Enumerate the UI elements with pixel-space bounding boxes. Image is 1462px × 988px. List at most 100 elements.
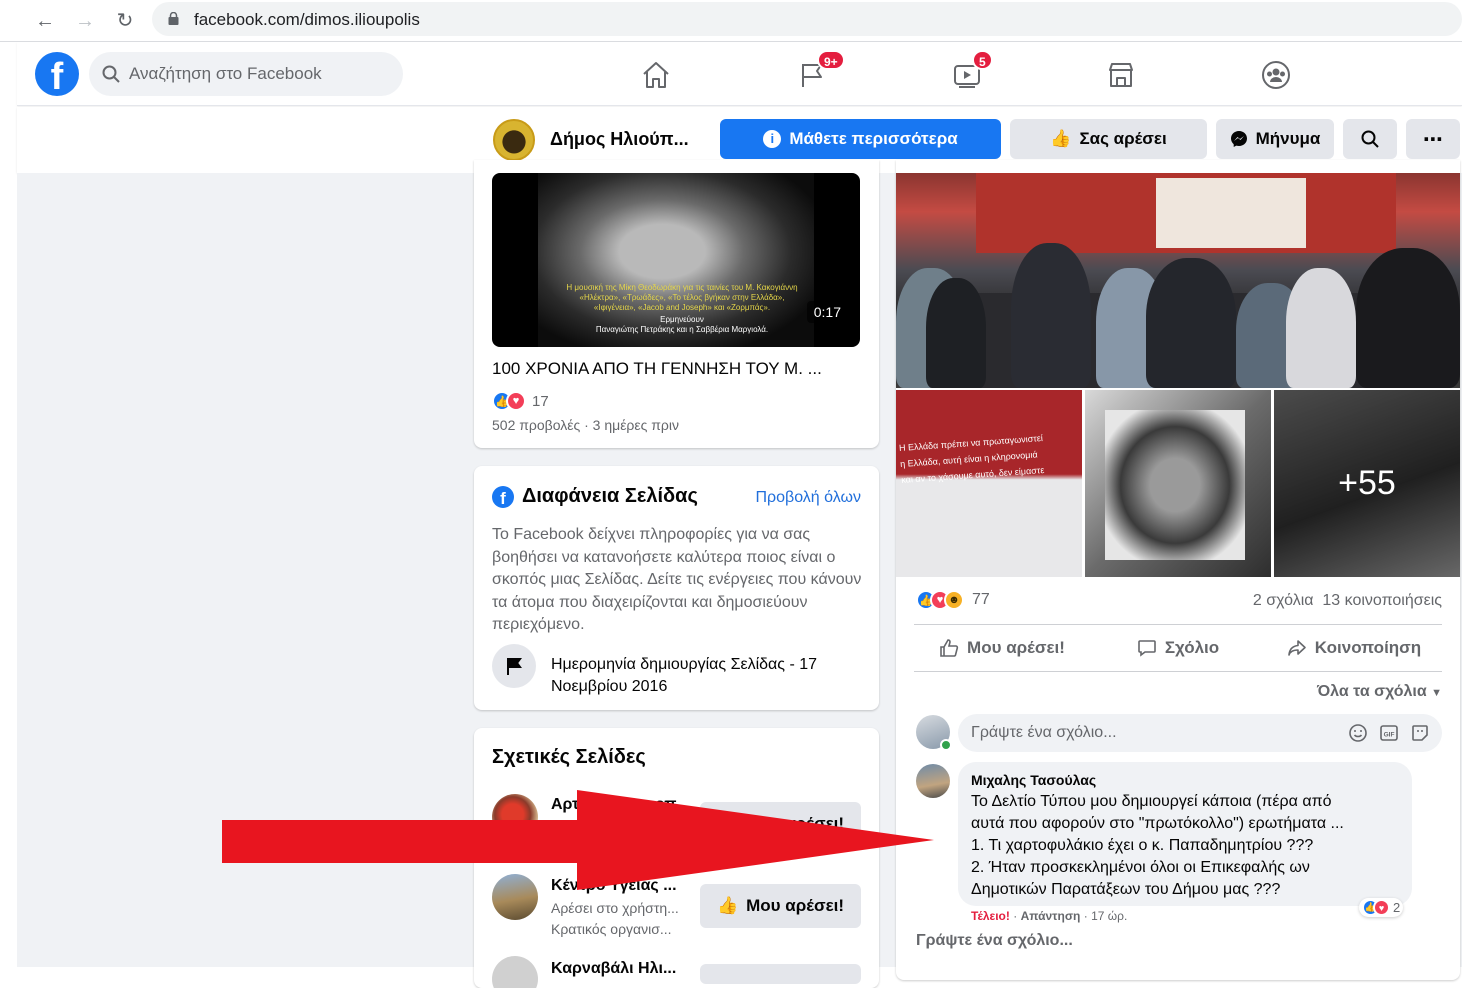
comment-footer: Τέλειο! · Απάντηση · 17 ώρ. [971, 909, 1128, 923]
share-icon [1287, 640, 1306, 656]
post-photo-thumb[interactable] [1085, 390, 1271, 577]
page-search-button[interactable] [1343, 119, 1397, 159]
search-input[interactable]: Αναζήτηση στο Facebook [89, 52, 403, 96]
arrow-right-icon[interactable]: → [72, 8, 98, 34]
transparency-card: f Διαφάνεια Σελίδας Προβολή όλων Το Face… [474, 466, 879, 710]
post-actions: Μου αρέσει! Σχόλιο Κοινοποίηση [914, 624, 1442, 672]
related-like-button[interactable] [700, 964, 861, 984]
facebook-icon: f [492, 486, 514, 508]
comment-line: 2. Ήταν προσκεκλημένοι όλοι οι Επικεφαλή… [971, 859, 1310, 876]
page-name[interactable]: Δήμος Ηλιούπ... [550, 129, 689, 150]
home-icon[interactable] [641, 60, 671, 90]
svg-text:GIF: GIF [1384, 732, 1395, 739]
related-pages-title: Σχετικές Σελίδες [492, 746, 646, 768]
address-bar[interactable]: facebook.com/dimos.ilioupolis [152, 2, 1462, 36]
comment-label: Σχόλιο [1164, 638, 1220, 657]
post-photo-thumb[interactable]: Η Ελλάδα πρέπει να πρωταγωνιστεί η Ελλάδα… [896, 390, 1082, 577]
video-thumbnail[interactable]: Η μουσική της Μίκη Θεοδωράκη για τις ται… [492, 173, 860, 347]
marketplace-icon[interactable] [1106, 60, 1136, 90]
message-button[interactable]: Μήνυμα [1216, 119, 1334, 159]
comment-time[interactable]: 17 ώρ. [1091, 909, 1127, 923]
sticker-icon[interactable] [1410, 723, 1430, 743]
thumbs-up-icon [940, 639, 959, 657]
comment-reactions[interactable]: 👍 ♥ 2 [1359, 898, 1404, 917]
online-indicator [940, 739, 952, 751]
comment-filter-label: Όλα τα σχόλια [1316, 683, 1427, 700]
video-caption-yellow: Η μουσική της Μίκη Θεοδωράκη για τις ται… [566, 283, 798, 312]
love-reaction-icon: ♥ [1373, 899, 1390, 916]
page-creation-date: Ημερομηνία δημιουργίας Σελίδας - 17 Νοεμ… [551, 656, 818, 695]
browser-toolbar: ← → ↻ facebook.com/dimos.ilioupolis [0, 0, 1462, 42]
page-like-button[interactable]: 👍 Σας αρέσει [1010, 119, 1207, 159]
related-page-name[interactable]: Καρναβάλι Ηλι... [551, 960, 676, 978]
share-label: Κοινοποίηση [1314, 638, 1422, 657]
haha-reaction-icon: ☻ [944, 590, 964, 610]
video-reactions[interactable]: 👍 ♥ 17 [492, 391, 549, 411]
related-page-avatar[interactable] [492, 956, 538, 988]
post-card: Η Ελλάδα πρέπει να πρωταγωνιστεί η Ελλάδα… [896, 160, 1460, 980]
arrow-left-icon[interactable]: ← [32, 8, 58, 34]
see-all-link[interactable]: Προβολή όλων [755, 489, 861, 507]
thumbs-up-icon: 👍 [716, 896, 739, 915]
page-like-label: Σας αρέσει [1079, 129, 1167, 148]
love-reaction-icon: ♥ [506, 391, 526, 411]
comment-line: Το Δελτίο Τύπου μου δημιουργεί κάποια (π… [971, 793, 1332, 810]
post-reactions[interactable]: 👍 ♥ ☻ 77 [916, 590, 990, 610]
info-icon: i [763, 130, 782, 148]
comment-love-label[interactable]: Τέλειο! [971, 909, 1010, 923]
share-button[interactable]: Κοινοποίηση [1266, 625, 1442, 671]
comment-bubble: Μιχαλης Τασούλας Το Δελτίο Τύπου μου δημ… [958, 762, 1412, 906]
more-options-button[interactable]: ⋯ [1406, 119, 1460, 159]
search-icon [1361, 130, 1379, 148]
comment-text: Το Δελτίο Τύπου μου δημιουργεί κάποια (π… [971, 791, 1401, 901]
like-label: Μου αρέσει! [967, 638, 1065, 657]
video-reaction-count: 17 [532, 392, 549, 410]
video-card: Η μουσική της Μίκη Θεοδωράκη για τις ται… [474, 160, 879, 448]
video-caption-white: Ερμηνεύουν Παναγιώτης Πετράκης και η Σαβ… [582, 315, 782, 335]
thumbs-up-icon: 👍 [1050, 129, 1072, 148]
related-like-label: Μου αρέσει! [746, 896, 845, 915]
lock-icon [168, 12, 179, 25]
comment-reply-link[interactable]: Απάντηση [1021, 909, 1081, 923]
comment-reaction-count: 2 [1393, 900, 1401, 915]
post-reaction-count: 77 [972, 591, 990, 608]
comment-line: 1. Τι χαρτοφυλάκιο έχει ο κ. Παπαδημητρί… [971, 837, 1314, 854]
comment-input[interactable]: Γράψτε ένα σχόλιο... GIF [958, 714, 1442, 752]
gif-icon[interactable]: GIF [1379, 723, 1399, 743]
related-like-button[interactable]: 👍 Μου αρέσει! [700, 884, 861, 928]
comment-placeholder: Γράψτε ένα σχόλιο... [971, 724, 1117, 741]
facebook-header: f Αναζήτηση στο Facebook 9+ 5 [17, 42, 1462, 106]
video-caption-line: Παναγιώτης Πετράκης και η Σαββέρια Μαργι… [595, 325, 769, 334]
emoji-icon[interactable] [1348, 723, 1368, 743]
transparency-title: Διαφάνεια Σελίδας [522, 485, 698, 507]
comment-filter-dropdown[interactable]: Όλα τα σχόλια ▼ [1317, 683, 1442, 701]
flag-icon [492, 644, 536, 688]
share-count[interactable]: 13 κοινοποιήσεις [1322, 592, 1442, 609]
search-placeholder: Αναζήτηση στο Facebook [129, 64, 322, 83]
post-photo-grid: Η Ελλάδα πρέπει να πρωταγωνιστεί η Ελλάδα… [896, 390, 1460, 577]
facebook-logo[interactable]: f [35, 52, 79, 96]
write-comment-link[interactable]: Γράψτε ένα σχόλιο... [916, 932, 1073, 950]
page-avatar[interactable] [493, 119, 535, 161]
related-page-subtitle: Αρέσει στο χρήστη... [551, 900, 679, 916]
comment-count[interactable]: 2 σχόλια [1253, 592, 1314, 609]
post-stats: 2 σχόλια 13 κοινοποιήσεις [1253, 592, 1442, 610]
video-caption-line: Ερμηνεύουν [660, 315, 704, 324]
more-icon: ⋯ [1423, 128, 1443, 151]
post-photo-thumb[interactable]: +55 [1274, 390, 1460, 577]
comment-icon [1138, 640, 1156, 657]
caret-down-icon: ▼ [1431, 687, 1442, 699]
groups-icon[interactable] [1261, 60, 1291, 90]
notification-badge: 9+ [817, 50, 845, 70]
comment-button[interactable]: Σχόλιο [1090, 625, 1266, 671]
video-title[interactable]: 100 ΧΡΟΝΙΑ ΑΠΟ ΤΗ ΓΕΝΝΗΣΗ ΤΟΥ Μ. ... [492, 359, 822, 379]
watch-badge: 5 [972, 50, 993, 70]
reload-icon[interactable]: ↻ [112, 8, 138, 34]
video-duration: 0:17 [806, 301, 848, 323]
comment-author[interactable]: Μιχαλης Τασούλας [971, 772, 1096, 788]
like-button[interactable]: Μου αρέσει! [914, 625, 1090, 671]
learn-more-button[interactable]: i Μάθετε περισσότερα [720, 119, 1001, 159]
search-icon [102, 65, 120, 83]
post-photo-main[interactable] [896, 173, 1460, 388]
learn-more-label: Μάθετε περισσότερα [789, 129, 958, 148]
